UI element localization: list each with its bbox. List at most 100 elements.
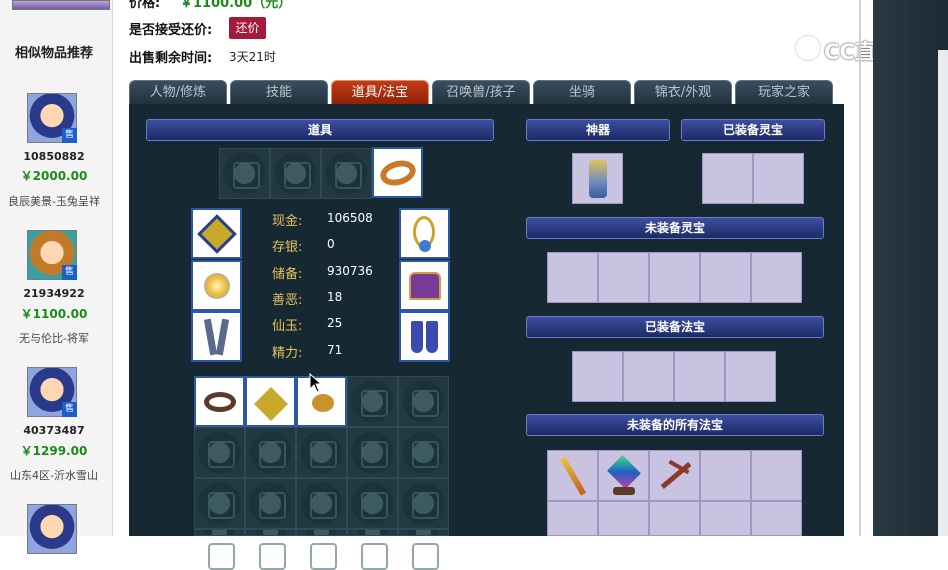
similar-item-id[interactable]: 10850882 xyxy=(0,150,108,163)
empty-slot xyxy=(700,501,751,536)
sell-badge: 售 xyxy=(62,128,77,143)
tab-character[interactable]: 人物/修炼 xyxy=(129,80,227,104)
boots-item-icon[interactable] xyxy=(399,311,450,362)
similar-item-avatar[interactable] xyxy=(27,504,77,554)
empty-slot xyxy=(598,252,649,303)
empty-slot xyxy=(347,529,398,570)
empty-slot xyxy=(296,529,347,570)
similar-items-title: 相似物品推荐 xyxy=(14,46,93,61)
empty-slot xyxy=(547,501,598,536)
tab-outfits[interactable]: 锦衣/外观 xyxy=(634,80,732,104)
section-artifact: 神器 xyxy=(526,119,670,141)
section-all-unequipped-treasure: 未装备的所有法宝 xyxy=(526,414,824,436)
section-equipped-treasure: 已装备法宝 xyxy=(526,316,824,338)
empty-slot xyxy=(725,351,776,402)
empty-slot xyxy=(649,252,700,303)
empty-slot xyxy=(398,376,449,427)
empty-slot xyxy=(296,427,347,478)
weapon-item-icon[interactable] xyxy=(191,208,242,259)
empty-slot xyxy=(700,450,751,501)
similar-item-price: ￥1100.00 xyxy=(20,307,88,321)
tab-skills[interactable]: 技能 xyxy=(230,80,328,104)
stat-label: 精力: xyxy=(272,346,303,361)
stat-label: 存银: xyxy=(272,240,303,255)
stat-label: 现金: xyxy=(272,214,303,229)
necklace-item-icon[interactable] xyxy=(399,208,450,259)
empty-slot xyxy=(245,478,296,529)
empty-slot xyxy=(194,529,245,570)
artifact-item-icon[interactable] xyxy=(572,153,623,204)
counter-offer-label: 是否接受还价: xyxy=(129,23,213,38)
empty-slot xyxy=(194,427,245,478)
empty-slot xyxy=(296,478,347,529)
stat-label: 仙玉: xyxy=(272,319,303,334)
empty-slot xyxy=(751,252,802,303)
avatar-partial[interactable] xyxy=(12,0,110,10)
tab-items[interactable]: 道具/法宝 xyxy=(331,80,429,104)
stat-label: 储备: xyxy=(272,267,303,282)
armor-item-icon[interactable] xyxy=(399,260,450,311)
side-panel xyxy=(873,0,948,536)
remaining-time-label: 出售剩余时间: xyxy=(129,51,213,66)
belt-item-icon[interactable] xyxy=(194,376,245,427)
similar-item-name[interactable]: 山东4区-沂水雪山 xyxy=(0,467,108,483)
similar-item-name[interactable]: 无与伦比-将军 xyxy=(0,330,108,346)
tab-summons[interactable]: 召唤兽/孩子 xyxy=(432,80,530,104)
empty-slot xyxy=(347,376,398,427)
counter-offer-button[interactable]: 还价 xyxy=(229,17,266,39)
sell-badge: 售 xyxy=(62,402,77,417)
stat-value: 0 xyxy=(327,237,335,251)
empty-slot xyxy=(270,148,321,199)
empty-slot xyxy=(598,501,649,536)
gem-treasure-icon[interactable] xyxy=(598,450,649,501)
similar-item-id[interactable]: 21934922 xyxy=(0,287,108,300)
mouse-cursor-icon xyxy=(309,373,323,393)
sell-badge: 售 xyxy=(62,265,77,280)
empty-slot xyxy=(245,427,296,478)
empty-slot xyxy=(194,478,245,529)
pendant-item-icon[interactable] xyxy=(245,376,296,427)
empty-slot xyxy=(623,351,674,402)
side-strip xyxy=(938,50,948,536)
empty-slot xyxy=(245,529,296,570)
empty-slot xyxy=(700,252,751,303)
empty-slot xyxy=(321,148,372,199)
stat-value: 71 xyxy=(327,343,343,357)
branch-treasure-icon[interactable] xyxy=(649,450,700,501)
similar-item-avatar[interactable]: 售 xyxy=(27,230,77,280)
tab-home[interactable]: 玩家之家 xyxy=(735,80,833,104)
items-panel: 道具 神器 已装备灵宝 未装备灵宝 已装备法宝 未装备的所有法宝 现金: 106… xyxy=(129,104,844,570)
similar-item-name[interactable]: 良辰美景-玉兔呈祥 xyxy=(0,193,108,209)
similar-item-avatar[interactable]: 售 xyxy=(27,367,77,417)
empty-slot xyxy=(547,252,598,303)
similar-item-id[interactable]: 40373487 xyxy=(0,424,108,437)
empty-slot xyxy=(751,501,802,536)
stat-label: 善恶: xyxy=(272,293,303,308)
empty-slot xyxy=(347,478,398,529)
empty-slot xyxy=(649,501,700,536)
sword-treasure-icon[interactable] xyxy=(547,450,598,501)
empty-slot xyxy=(753,153,804,204)
boots-item-icon[interactable] xyxy=(191,311,242,362)
stat-value: 106508 xyxy=(327,211,373,225)
empty-slot xyxy=(219,148,270,199)
stat-value: 18 xyxy=(327,290,343,304)
empty-slot xyxy=(674,351,725,402)
stat-value: 930736 xyxy=(327,264,373,278)
stat-value: 25 xyxy=(327,316,343,330)
section-unequipped-spirit: 未装备灵宝 xyxy=(526,217,824,239)
tab-mounts[interactable]: 坐骑 xyxy=(533,80,631,104)
section-equipped-spirit: 已装备灵宝 xyxy=(681,119,825,141)
empty-slot xyxy=(398,478,449,529)
empty-slot xyxy=(751,450,802,501)
empty-slot xyxy=(398,529,449,570)
similar-items-sidebar: 相似物品推荐 售 10850882 ￥2000.00 良辰美景-玉兔呈祥 售 2… xyxy=(0,0,113,554)
price-value: ￥1100.00（元） xyxy=(180,0,292,11)
bracelet-item-icon[interactable] xyxy=(372,147,423,198)
similar-item-avatar[interactable]: 售 xyxy=(27,93,77,143)
empty-slot xyxy=(398,427,449,478)
section-items: 道具 xyxy=(146,119,494,141)
empty-slot xyxy=(702,153,753,204)
cc-logo-icon xyxy=(796,36,820,60)
orb-item-icon[interactable] xyxy=(191,260,242,311)
